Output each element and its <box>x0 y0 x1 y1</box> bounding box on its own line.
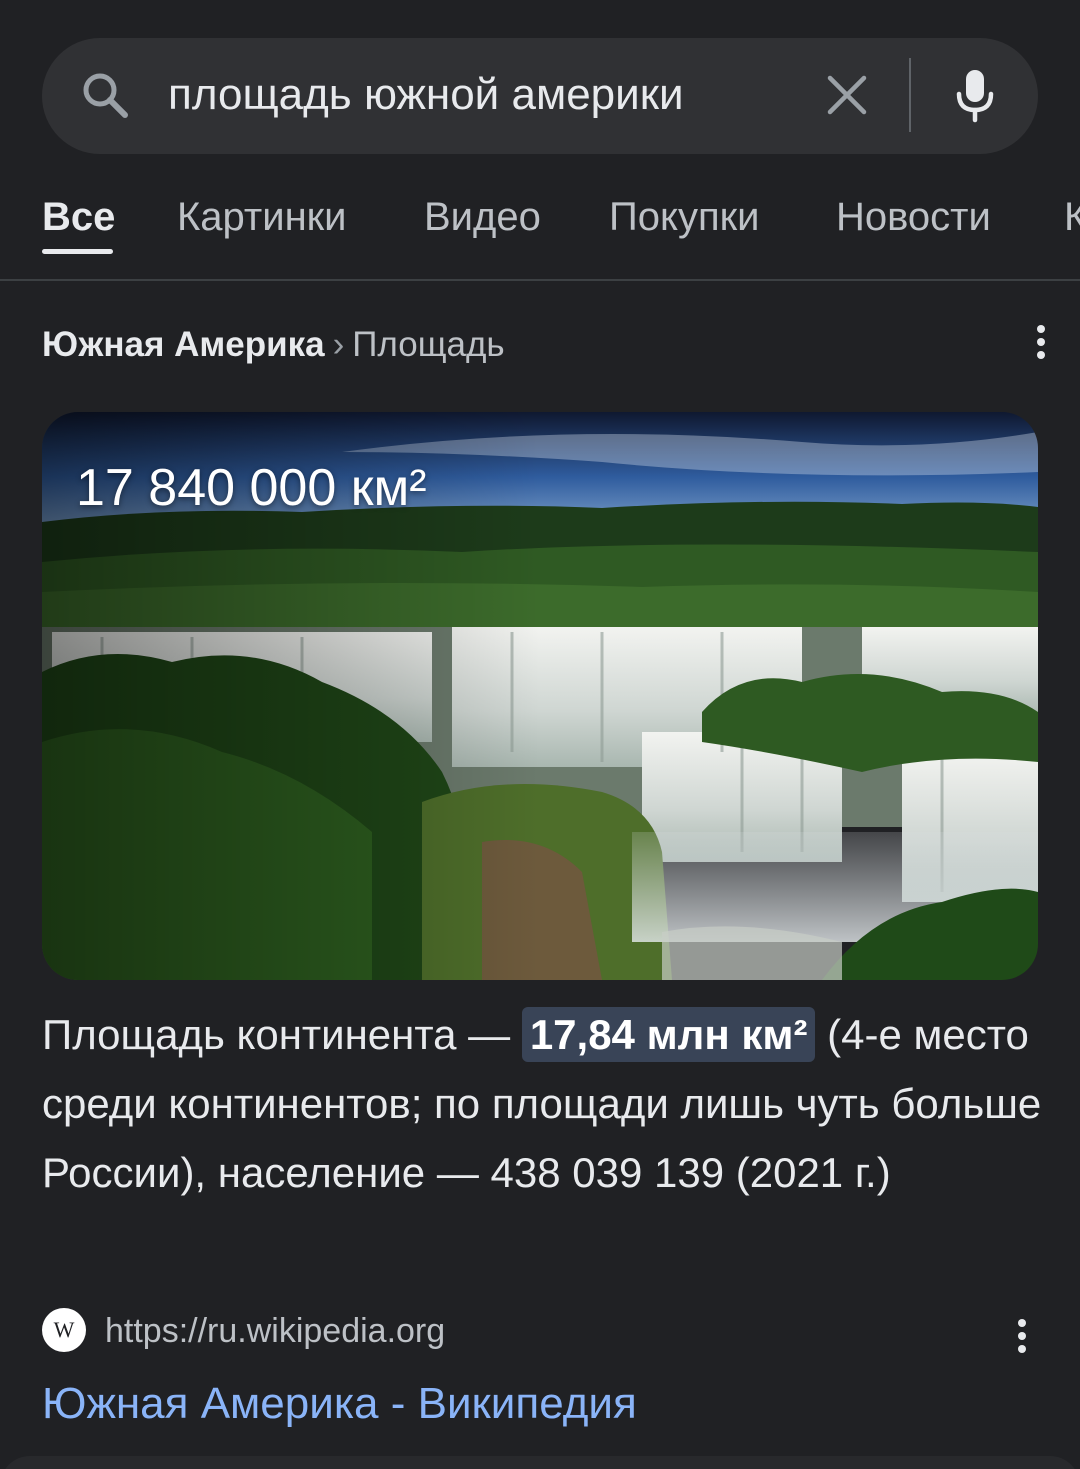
tabs-divider <box>0 279 1080 281</box>
tab-images[interactable]: Картинки <box>177 192 347 242</box>
search-bar-divider <box>909 58 911 132</box>
source-url[interactable]: https://ru.wikipedia.org <box>105 1310 445 1352</box>
result-title-link[interactable]: Южная Америка - Википедия <box>42 1376 637 1432</box>
snippet-highlight: 17,84 млн км² <box>521 1007 816 1062</box>
result-image[interactable]: 17 840 000 км² <box>42 412 1038 980</box>
next-result-card-edge <box>0 1456 1080 1469</box>
more-options-icon[interactable] <box>1035 324 1047 364</box>
close-icon[interactable] <box>824 72 870 118</box>
search-results-page: площадь южной америки Все Картинки Видео… <box>0 0 1080 1469</box>
breadcrumb-entity[interactable]: Южная Америка <box>42 325 325 364</box>
tab-more-cut[interactable]: К <box>1064 192 1080 242</box>
search-input[interactable]: площадь южной америки <box>168 66 684 124</box>
tab-video[interactable]: Видео <box>424 192 541 242</box>
wikipedia-favicon-icon[interactable]: W <box>42 1308 86 1352</box>
microphone-icon[interactable] <box>950 66 1000 124</box>
breadcrumb-attribute: Площадь <box>352 325 505 364</box>
snippet-text-before: Площадь континента — <box>42 1011 522 1058</box>
tab-all[interactable]: Все <box>42 192 115 242</box>
tab-shopping[interactable]: Покупки <box>609 192 759 242</box>
tab-news[interactable]: Новости <box>836 192 991 242</box>
result-snippet: Площадь континента — 17,84 млн км² (4-е … <box>42 1000 1042 1207</box>
breadcrumb: Южная Америка › Площадь <box>42 322 505 368</box>
area-value-overlay: 17 840 000 км² <box>76 459 427 517</box>
search-icon[interactable] <box>80 70 130 120</box>
breadcrumb-separator: › <box>332 325 345 364</box>
active-tab-indicator <box>42 249 113 254</box>
source-more-options-icon[interactable] <box>1016 1318 1028 1358</box>
search-tabs: Все Картинки Видео Покупки Новости К <box>0 180 1080 280</box>
